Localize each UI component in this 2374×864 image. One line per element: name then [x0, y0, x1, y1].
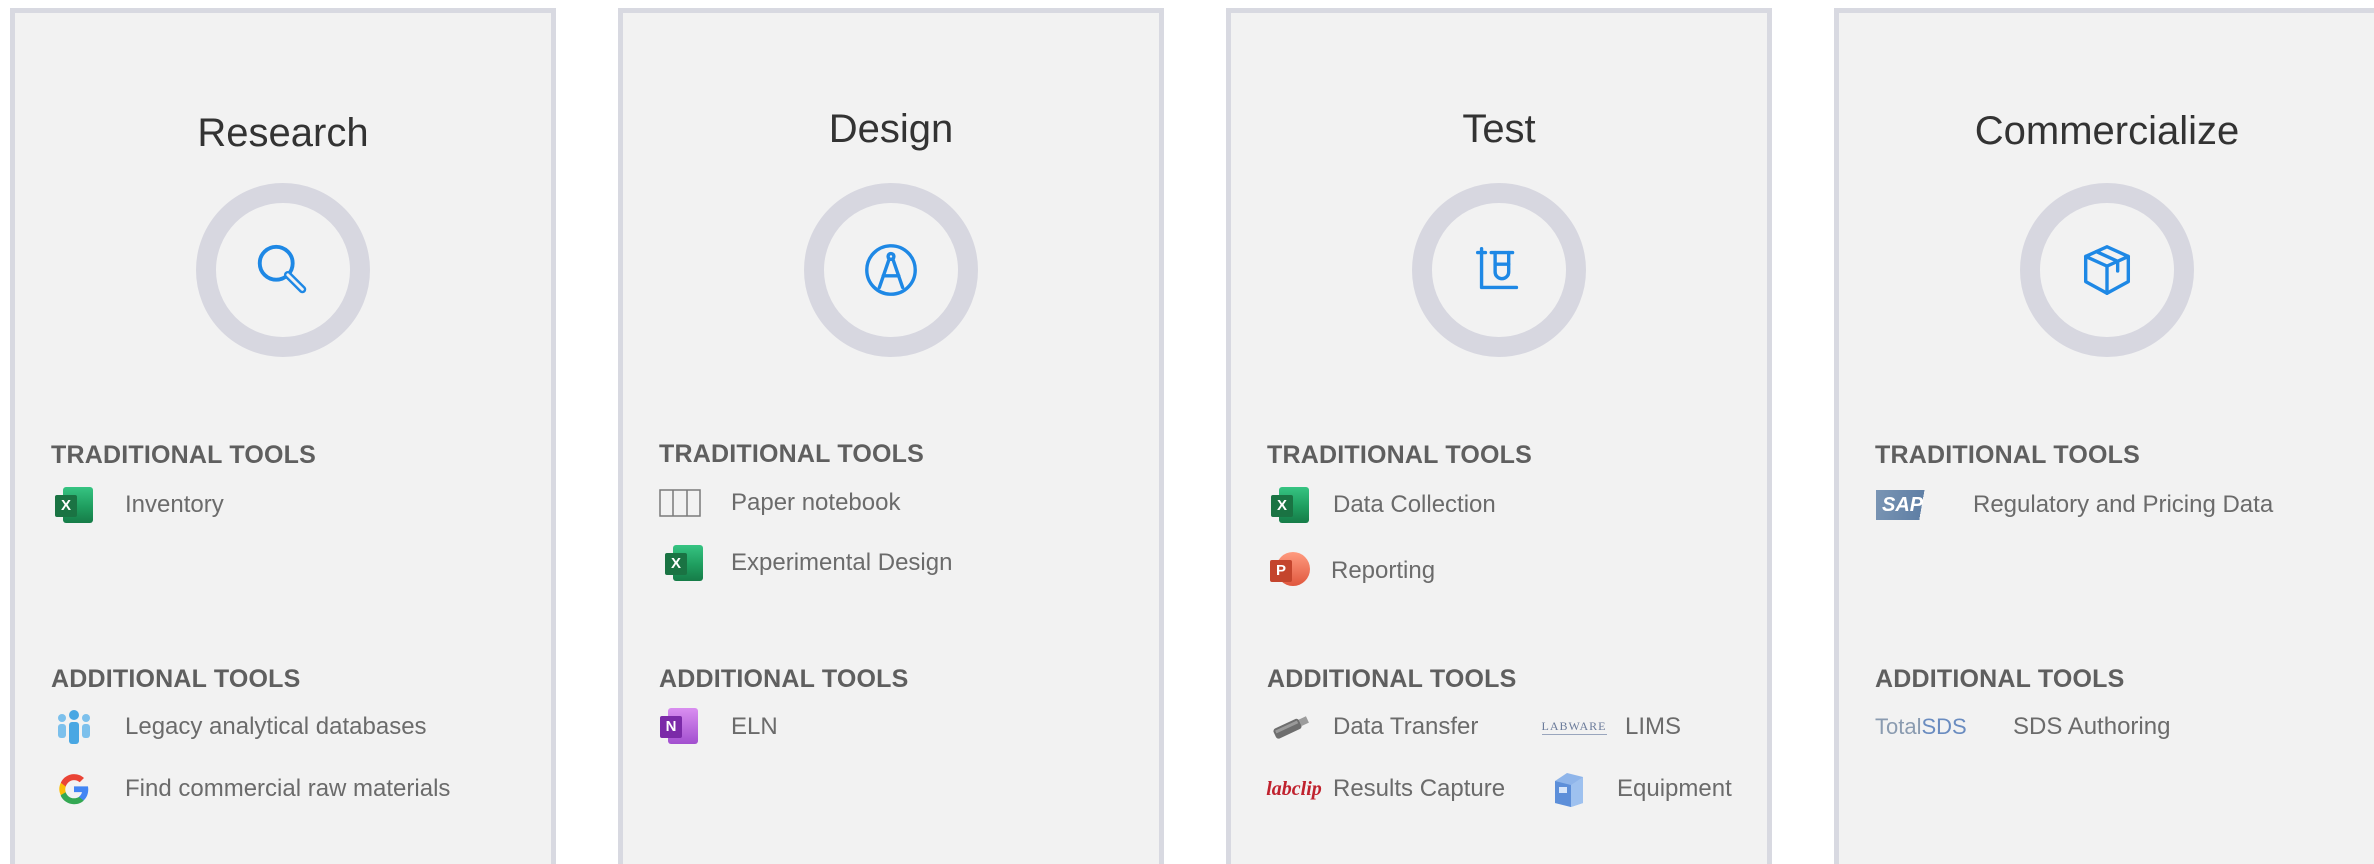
tool-inventory: X Inventory	[53, 485, 224, 525]
tool-data-collection: X Data Collection	[1269, 485, 1496, 525]
tool-paper-notebook: Paper notebook	[659, 483, 900, 523]
tool-legacy-databases: Legacy analytical databases	[53, 707, 427, 747]
tool-lims: LABWARE LIMS	[1541, 713, 1682, 740]
excel-icon: X	[1271, 487, 1309, 523]
notebook-icon	[659, 489, 701, 517]
search-icon	[257, 244, 307, 294]
stage-icon-ring	[804, 183, 978, 357]
totalsds-logo-icon: TotalSDS	[1875, 714, 1967, 739]
panel-commercialize: Commercialize TRADITIONAL TOOLS SAP Regu…	[1834, 8, 2374, 864]
traditional-tools-heading: TRADITIONAL TOOLS	[51, 441, 316, 469]
beaker-icon	[1475, 246, 1519, 290]
additional-tools-heading: ADDITIONAL TOOLS	[1267, 665, 1517, 693]
stage-icon-ring	[1412, 183, 1586, 357]
traditional-tools-heading: TRADITIONAL TOOLS	[659, 440, 924, 468]
powerpoint-icon: P	[1270, 552, 1310, 590]
people-group-icon	[58, 710, 90, 744]
panel-title: Research	[197, 111, 369, 155]
additional-tools-heading: ADDITIONAL TOOLS	[51, 665, 301, 693]
panel-title: Design	[828, 107, 954, 151]
labware-logo-icon: LABWARE	[1541, 719, 1607, 735]
labclip-logo-icon: labclip	[1266, 777, 1322, 800]
stage-icon-ring	[2020, 183, 2194, 357]
panel-test: Test TRADITIONAL TOOLS X Data Collection…	[1226, 8, 1772, 864]
panel-design: Design TRADITIONAL TOOLS Paper notebook …	[618, 8, 1164, 864]
drafting-compass-icon	[865, 244, 917, 296]
tool-equipment: Equipment	[1547, 769, 1732, 809]
package-box-icon	[2083, 245, 2131, 295]
panel-title: Commercialize	[1974, 109, 2240, 153]
traditional-tools-heading: TRADITIONAL TOOLS	[1875, 441, 2140, 469]
additional-tools-heading: ADDITIONAL TOOLS	[1875, 665, 2125, 693]
traditional-tools-heading: TRADITIONAL TOOLS	[1267, 441, 1532, 469]
tool-sds-authoring: TotalSDS SDS Authoring	[1875, 713, 2171, 740]
tool-data-transfer: Data Transfer	[1269, 707, 1478, 747]
panel-research: Research TRADITIONAL TOOLS X Inventory A…	[10, 8, 556, 864]
google-icon	[59, 774, 89, 805]
usb-drive-icon	[1273, 716, 1309, 739]
panel-title: Test	[1462, 107, 1536, 151]
onenote-icon: N	[660, 708, 700, 746]
tool-regulatory-pricing: SAP Regulatory and Pricing Data	[1875, 485, 2273, 525]
additional-tools-heading: ADDITIONAL TOOLS	[659, 665, 909, 693]
sap-logo-icon: SAP	[1876, 490, 1940, 520]
excel-icon: X	[665, 545, 703, 581]
instrument-icon	[1555, 773, 1583, 807]
tool-results-capture: labclip Results Capture	[1266, 775, 1506, 802]
tool-reporting: P Reporting	[1269, 551, 1435, 591]
stage-icon-ring	[196, 183, 370, 357]
tool-experimental-design: X Experimental Design	[663, 543, 952, 583]
tool-eln: N ELN	[659, 707, 778, 747]
excel-icon: X	[55, 487, 93, 523]
tool-commercial-raw-materials: Find commercial raw materials	[53, 769, 450, 809]
